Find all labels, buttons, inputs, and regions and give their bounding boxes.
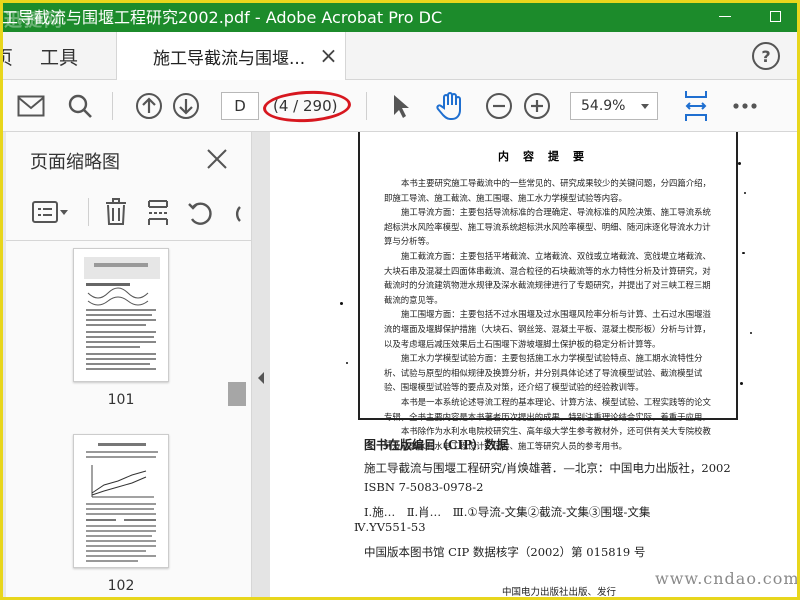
chevron-down-icon — [641, 104, 649, 109]
tab-close-icon[interactable]: × — [319, 44, 337, 69]
search-icon — [68, 94, 92, 118]
scan-noise — [744, 192, 746, 194]
panel-divider — [0, 240, 252, 241]
hand-tool-button[interactable] — [434, 92, 466, 120]
toolbar: D (4 / 290) 54.9% — [0, 80, 800, 132]
navigation-strip — [0, 132, 6, 600]
maximize-button[interactable] — [750, 0, 800, 32]
arrow-up-circle-icon — [136, 93, 162, 119]
more-tools-button[interactable] — [731, 92, 759, 120]
thumbnail-options-button[interactable] — [32, 200, 70, 228]
hand-icon — [436, 92, 461, 120]
site-watermark: www.cndao.com — [655, 569, 800, 588]
chevron-left-icon — [258, 372, 264, 384]
arrow-down-circle-icon — [173, 93, 199, 119]
help-button[interactable]: ? — [752, 42, 780, 70]
content-summary-text: 本书主要研究施工导截流中的一些常见的、研究成果较少的关键问题，分四篇介绍，即施工… — [384, 176, 716, 453]
summary-paragraph: 施工水力学模型试验方面：主要包括施工水力学模型试验特点、施工期水流特性分析、试验… — [384, 353, 703, 393]
summary-paragraph: 施工导流方面：主要包括导流标准的合理确定、导流标准的风险决策、施工导流系统超标洪… — [384, 207, 711, 247]
watermark-logo: 迅捷网 — [4, 10, 64, 31]
fit-page-width-icon — [685, 91, 707, 121]
envelope-icon — [17, 95, 45, 117]
scan-noise — [346, 362, 348, 364]
tab-tools[interactable]: 工具 — [40, 43, 78, 70]
rotate-page-button[interactable] — [186, 198, 212, 230]
page-thumbnail[interactable] — [73, 248, 169, 382]
panel-title: 页面缩略图 — [30, 152, 120, 173]
search-button[interactable] — [66, 92, 94, 120]
minimize-icon — [719, 15, 731, 17]
page-thumbnail-image — [86, 443, 158, 562]
cip-classification: Ⅳ.YV551-53 — [354, 520, 426, 534]
window-title: 工导截流与围堰工程研究2002.pdf - Adobe Acrobat Pro … — [2, 8, 443, 27]
panel-toolbar — [0, 194, 252, 230]
content-summary-heading: 内容提要 — [498, 150, 598, 163]
scan-noise — [340, 302, 343, 305]
page-thumbnails-panel: 页面缩略图 101 102 — [0, 132, 252, 600]
next-page-button[interactable] — [172, 92, 200, 120]
thumbnail-page-label: 102 — [107, 578, 135, 594]
zoom-in-button[interactable] — [523, 92, 551, 120]
page-thumbnail-image — [84, 257, 160, 370]
panel-toolbar-separator — [88, 198, 89, 226]
zoom-out-button[interactable] — [485, 92, 513, 120]
toolbar-separator — [366, 92, 367, 120]
trash-icon — [106, 198, 126, 225]
rotate-right-button[interactable] — [226, 198, 252, 230]
close-icon — [207, 149, 227, 169]
options-menu-icon — [32, 201, 68, 223]
select-tool-button[interactable] — [390, 92, 412, 120]
summary-paragraph: 本书主要研究施工导截流中的一些常见的、研究成果较少的关键问题，分四篇介绍，即施工… — [384, 178, 711, 203]
page-number-input[interactable]: D — [221, 92, 259, 120]
summary-paragraph: 施工围堰方面：主要包括不过水围堰及过水围堰风险率分析与计算、土石过水围堰溢流的堰… — [384, 309, 711, 349]
minimize-button[interactable] — [700, 0, 750, 32]
panel-collapse-bar[interactable] — [252, 132, 270, 600]
cip-title: 图书在版编目（CIP）数据 — [364, 438, 509, 452]
tab-bar: 页 工具 施工导截流与围堰... × ? — [0, 32, 800, 81]
publisher-line: 中国电力出版社出版、发行 — [502, 587, 617, 598]
cip-data-number: 中国版本图书馆 CIP 数据核字（2002）第 015819 号 — [364, 545, 646, 559]
scanned-page-content: 内容提要 本书主要研究施工导截流中的一些常见的、研究成果较少的关键问题，分四篇介… — [358, 132, 738, 451]
title-bar: 工导截流与围堰工程研究2002.pdf - Adobe Acrobat Pro … — [0, 0, 800, 32]
cip-isbn: ISBN 7-5083-0978-2 — [364, 480, 484, 494]
thumbnail-page-label: 101 — [107, 392, 135, 408]
more-dots-icon — [733, 103, 757, 109]
page-thumbnail[interactable] — [73, 434, 169, 568]
fit-width-button[interactable] — [681, 89, 711, 123]
document-view[interactable]: 内容提要 本书主要研究施工导截流中的一些常见的、研究成果较少的关键问题，分四篇介… — [270, 132, 800, 600]
plus-circle-icon — [524, 93, 550, 119]
cursor-arrow-icon — [394, 95, 409, 118]
window-controls — [700, 0, 800, 32]
tab-group-left: 页 工具 — [0, 32, 78, 80]
scan-noise — [738, 162, 741, 165]
summary-paragraph: 施工截流方面：主要包括平堵截流、立堵截流、双戗或立堵截流、宽戗堤立堵截流、大块石… — [384, 250, 711, 305]
toolbar-separator — [112, 92, 113, 120]
tab-document[interactable]: 施工导截流与围堰... × — [116, 32, 346, 81]
cip-record-line: 施工导截流与围堰工程研究/肖焕雄著．—北京：中国电力出版社，2002 — [364, 461, 731, 475]
rotate-left-icon — [188, 202, 212, 225]
zoom-level-select[interactable]: 54.9% — [570, 92, 658, 120]
email-button[interactable] — [16, 92, 46, 120]
zoom-level-value: 54.9% — [581, 98, 626, 114]
summary-paragraph: 本书是一本系统论述导流工程的基本理论、计算方法、模型试验、工程实践等的论文专辑，… — [384, 396, 711, 422]
delete-page-button[interactable] — [104, 198, 128, 230]
thumbnail-scrollbar-thumb[interactable] — [228, 382, 246, 406]
tab-document-label: 施工导截流与围堰... — [153, 49, 306, 69]
scan-noise — [742, 252, 745, 254]
minus-circle-icon — [486, 93, 512, 119]
tab-home[interactable]: 页 — [0, 43, 14, 70]
scan-noise — [750, 332, 752, 334]
page-extract-icon — [148, 200, 168, 225]
panel-close-button[interactable] — [206, 148, 228, 170]
previous-page-button[interactable] — [135, 92, 163, 120]
cip-subject-line: Ⅰ.施… Ⅱ.肖… Ⅲ.①导流-文集②截流-文集③围堰-文集 — [364, 505, 651, 519]
rotate-right-icon — [235, 206, 241, 222]
extract-page-button[interactable] — [146, 198, 170, 230]
scan-noise — [740, 382, 743, 385]
maximize-icon — [769, 10, 781, 22]
